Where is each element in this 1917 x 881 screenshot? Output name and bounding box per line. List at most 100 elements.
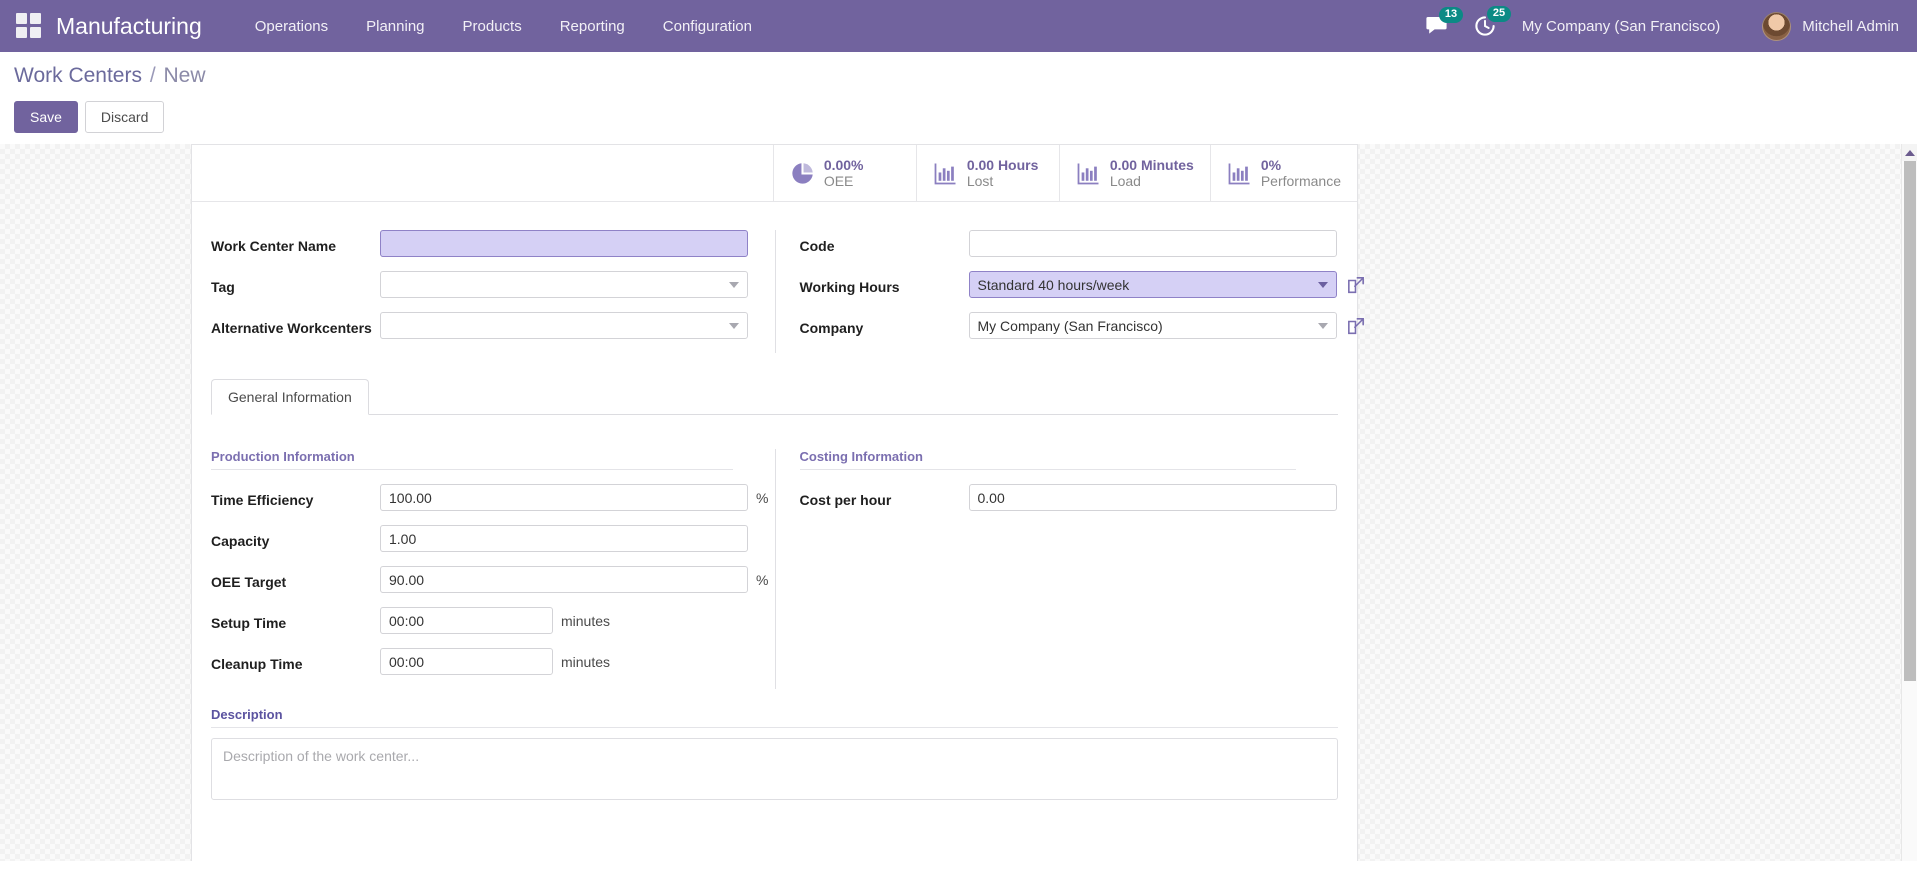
tag-input[interactable] (380, 271, 748, 298)
field-code: Code (776, 230, 1330, 257)
field-label: Working Hours (776, 271, 969, 297)
stat-button-load[interactable]: 0.00 Minutes Load (1059, 145, 1210, 201)
field-tag: Tag (211, 271, 747, 298)
costing-information-title: Costing Information (800, 449, 1297, 470)
stat-value: 0.00% (824, 157, 864, 173)
field-working-hours: Working Hours (776, 271, 1330, 298)
form-sheet: 0.00% OEE 0.00 Hours Lost (191, 144, 1358, 861)
field-company: Company (776, 312, 1330, 339)
stat-text: 0% Performance (1261, 157, 1341, 189)
user-menu[interactable]: Mitchell Admin (1762, 12, 1899, 41)
bar-chart-icon (933, 161, 958, 186)
field-control (380, 230, 748, 257)
setup-time-suffix: minutes (561, 613, 610, 629)
discard-button[interactable]: Discard (85, 101, 164, 133)
vertical-scrollbar[interactable] (1901, 144, 1917, 861)
time-efficiency-input[interactable] (380, 484, 748, 511)
app-brand-title[interactable]: Manufacturing (56, 13, 202, 40)
work-center-name-input[interactable] (380, 230, 748, 257)
cost-per-hour-input[interactable] (969, 484, 1337, 511)
field-control (380, 312, 748, 339)
field-label: Setup Time (211, 607, 380, 633)
field-label: Code (776, 230, 969, 256)
code-input[interactable] (969, 230, 1337, 257)
company-input[interactable] (969, 312, 1337, 339)
scrollbar-thumb[interactable] (1904, 161, 1916, 681)
field-capacity: Capacity (211, 525, 747, 552)
notebook-tab-page: Production Information Time Efficiency %… (211, 415, 1338, 689)
working-hours-open-record-button[interactable] (1346, 275, 1366, 295)
description-textarea[interactable] (211, 738, 1338, 800)
record-action-buttons: Save Discard (14, 101, 1917, 144)
chevron-up-icon (1905, 150, 1915, 156)
field-setup-time: Setup Time minutes (211, 607, 747, 634)
apps-grid-icon[interactable] (16, 13, 42, 39)
description-group: Description (211, 689, 1338, 805)
avatar (1762, 12, 1791, 41)
stat-button-oee[interactable]: 0.00% OEE (773, 145, 916, 201)
form-main-group: Work Center Name Tag (192, 202, 1357, 357)
menu-item-planning[interactable]: Planning (347, 12, 443, 41)
field-work-center-name: Work Center Name (211, 230, 747, 257)
stat-label: Load (1110, 173, 1194, 189)
tab-general-information[interactable]: General Information (211, 379, 369, 415)
field-control: minutes (380, 648, 747, 675)
time-efficiency-suffix: % (756, 490, 768, 506)
breadcrumb: Work Centers / New (14, 64, 1917, 88)
cleanup-time-suffix: minutes (561, 654, 610, 670)
field-control (969, 484, 1337, 511)
menu-item-configuration[interactable]: Configuration (644, 12, 771, 41)
field-control: minutes (380, 607, 747, 634)
sheet-header-spacer (192, 145, 773, 201)
stat-value: 0% (1261, 157, 1341, 173)
save-button[interactable]: Save (14, 101, 78, 133)
activities-badge: 25 (1487, 6, 1511, 22)
field-label: Cleanup Time (211, 648, 380, 674)
navbar-right: 13 25 My Company (San Francisco) Mitchel… (1426, 12, 1899, 41)
activities-menu[interactable]: 25 (1474, 15, 1496, 37)
stat-value: 0.00 Hours (967, 157, 1039, 173)
menu-item-operations[interactable]: Operations (236, 12, 347, 41)
capacity-input[interactable] (380, 525, 748, 552)
apps-grid-square (16, 27, 27, 38)
cleanup-time-input[interactable] (380, 648, 553, 675)
breadcrumb-current: New (164, 64, 206, 87)
oee-target-input[interactable] (380, 566, 748, 593)
field-label: Cost per hour (776, 484, 969, 510)
field-label: Work Center Name (211, 230, 380, 256)
field-label: Capacity (211, 525, 380, 551)
working-hours-input[interactable] (969, 271, 1337, 298)
working-hours-select-wrap (969, 271, 1337, 298)
apps-grid-square (30, 13, 41, 24)
company-open-record-button[interactable] (1346, 316, 1366, 336)
field-control: % (380, 484, 768, 511)
pie-chart-icon (790, 161, 815, 186)
stat-label: OEE (824, 173, 864, 189)
apps-grid-square (16, 13, 27, 24)
menu-item-reporting[interactable]: Reporting (541, 12, 644, 41)
messages-menu[interactable]: 13 (1426, 16, 1448, 36)
stat-value: 0.00 Minutes (1110, 157, 1194, 173)
alternative-workcenters-input[interactable] (380, 312, 748, 339)
user-name-label: Mitchell Admin (1802, 18, 1899, 35)
main-menu: Operations Planning Products Reporting C… (236, 12, 771, 41)
production-information-title: Production Information (211, 449, 733, 470)
bar-chart-icon (1227, 161, 1252, 186)
notebook-tab-list: General Information (211, 379, 1338, 415)
scroll-up-button[interactable] (1902, 144, 1917, 161)
company-switcher[interactable]: My Company (San Francisco) (1522, 18, 1720, 35)
menu-item-products[interactable]: Products (444, 12, 541, 41)
field-oee-target: OEE Target % (211, 566, 747, 593)
stat-button-box: 0.00% OEE 0.00 Hours Lost (192, 145, 1357, 202)
sheet-wrapper: 0.00% OEE 0.00 Hours Lost (0, 144, 1917, 861)
field-cleanup-time: Cleanup Time minutes (211, 648, 747, 675)
setup-time-input[interactable] (380, 607, 553, 634)
breadcrumb-work-centers[interactable]: Work Centers (14, 64, 142, 87)
messages-badge: 13 (1439, 7, 1463, 23)
form-column-left: Work Center Name Tag (192, 230, 775, 353)
stat-button-performance[interactable]: 0% Performance (1210, 145, 1357, 201)
apps-grid-square (30, 27, 41, 38)
field-label: OEE Target (211, 566, 380, 592)
stat-button-lost[interactable]: 0.00 Hours Lost (916, 145, 1059, 201)
field-label: Time Efficiency (211, 484, 380, 510)
